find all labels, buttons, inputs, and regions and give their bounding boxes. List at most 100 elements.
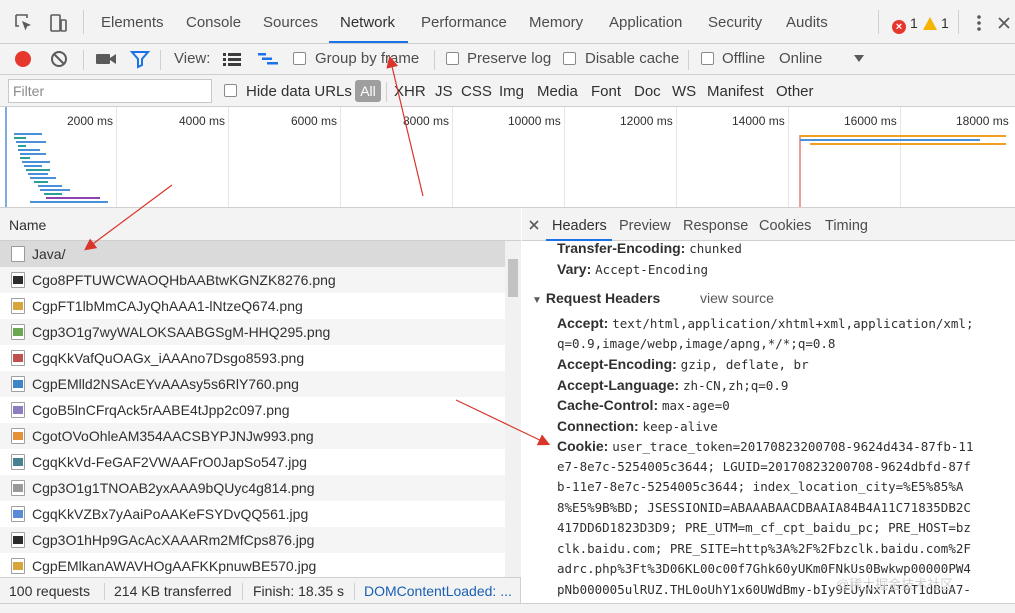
header-value-continuation: b-11e7-8e7c-5254005c3644; index_location… xyxy=(557,479,964,494)
request-row[interactable]: CgoB5lnCFrqAck5rAABE4tJpp2c097.png xyxy=(0,397,505,423)
request-header-row: Accept-Language: zh-CN,zh;q=0.9 xyxy=(557,377,788,393)
request-name: CgqKkVZBx7yAaiPoAAKeFSYDvQQ561.jpg xyxy=(32,506,309,522)
header-key: Vary: xyxy=(557,261,592,277)
divider xyxy=(104,583,105,600)
hide-data-urls-checkbox[interactable] xyxy=(224,84,237,97)
transferred-size: 214 KB transferred xyxy=(114,583,232,599)
filter-input[interactable] xyxy=(8,79,212,103)
type-filter-img[interactable]: Img xyxy=(499,83,524,100)
type-filter-manifest[interactable]: Manifest xyxy=(707,83,764,100)
details-tab-headers[interactable]: Headers xyxy=(552,218,607,234)
header-key: Accept: xyxy=(557,315,609,331)
record-button-icon[interactable] xyxy=(13,49,33,69)
request-list-scrollbar[interactable] xyxy=(505,241,521,577)
request-name: Cgp3O1g7wyWALOKSAABGSgM-HHQ295.png xyxy=(32,324,331,340)
tab-network[interactable]: Network xyxy=(340,14,395,31)
request-row[interactable]: CgotOVoOhleAM354AACSBYPJNJw993.png xyxy=(0,423,505,449)
request-row[interactable]: CgpEMlld2NSAcEYvAAAsy5s6RlY760.png xyxy=(0,371,505,397)
request-name: Cgp3O1g1TNOAB2yxAAA9bQUyc4g814.png xyxy=(32,480,315,496)
type-filter-doc[interactable]: Doc xyxy=(634,83,661,100)
image-file-icon xyxy=(11,324,25,340)
throttling-select[interactable]: Online xyxy=(779,50,822,67)
request-row[interactable]: CgpFT1lbMmCAJyQhAAA1-lNtzeQ674.png xyxy=(0,293,505,319)
name-column-header[interactable]: Name xyxy=(0,208,521,241)
view-label: View: xyxy=(174,50,211,67)
details-tab-response[interactable]: Response xyxy=(683,218,748,234)
offline-label: Offline xyxy=(722,50,766,67)
header-value-continuation: e7-8e7c-5254005c3644; LGUID=201708232007… xyxy=(557,458,971,474)
clear-icon[interactable] xyxy=(49,49,69,69)
filter-bar: Hide data URLs All XHR JS CSS Img Media … xyxy=(0,75,1015,107)
type-filter-font[interactable]: Font xyxy=(591,83,621,100)
request-headers-section[interactable]: ▼ Request Headers xyxy=(532,290,660,306)
type-filter-all[interactable]: All xyxy=(355,80,381,102)
divider xyxy=(958,10,959,34)
tab-console[interactable]: Console xyxy=(186,14,241,31)
request-header-row: Accept-Encoding: gzip, deflate, br xyxy=(557,356,809,372)
details-tab-cookies[interactable]: Cookies xyxy=(759,218,811,234)
tab-audits[interactable]: Audits xyxy=(786,14,828,31)
divider xyxy=(878,10,879,34)
filter-funnel-icon[interactable] xyxy=(130,49,150,69)
type-filter-ws[interactable]: WS xyxy=(672,83,696,100)
response-header-row: Transfer-Encoding: chunked xyxy=(557,240,742,256)
error-count-badge[interactable]: × 1 xyxy=(892,15,918,34)
request-row[interactable]: Cgp3O1hHp9GAcAcXAAARm2MfCps876.jpg xyxy=(0,527,505,553)
request-row[interactable]: Cgp3O1g1TNOAB2yxAAA9bQUyc4g814.png xyxy=(0,475,505,501)
tab-sources[interactable]: Sources xyxy=(263,14,318,31)
header-value: Accept-Encoding xyxy=(595,262,709,277)
offline-checkbox[interactable] xyxy=(701,52,714,65)
divider xyxy=(160,50,161,70)
preserve-log-checkbox[interactable] xyxy=(446,52,459,65)
request-row[interactable]: CgqKkVd-FeGAF2VWAAFrO0JapSo547.jpg xyxy=(0,449,505,475)
network-overview-timeline[interactable]: 2000 ms 4000 ms 6000 ms 8000 ms 10000 ms… xyxy=(0,107,1015,208)
preserve-log-label: Preserve log xyxy=(467,50,552,67)
type-filter-xhr[interactable]: XHR xyxy=(394,83,426,100)
waterfall-overview-icon[interactable] xyxy=(257,51,279,67)
request-row[interactable]: Cgp3O1g7wyWALOKSAABGSgM-HHQ295.png xyxy=(0,319,505,345)
screenshot-camera-icon[interactable] xyxy=(95,50,117,68)
type-filter-other[interactable]: Other xyxy=(776,83,814,100)
header-value-continuation: 8%E5%9B%BD; JSESSIONID=ABAAABAACDBAAIA84… xyxy=(557,499,971,515)
device-toolbar-icon[interactable] xyxy=(47,12,69,34)
header-value: text/html,application/xhtml+xml,applicat… xyxy=(612,316,974,331)
request-row[interactable]: CgpEMlkanAWAVHOgAAFKKpnuwBE570.jpg xyxy=(0,553,505,579)
close-devtools-icon[interactable] xyxy=(993,12,1015,34)
tab-elements[interactable]: Elements xyxy=(101,14,164,31)
more-options-icon[interactable] xyxy=(968,12,990,34)
type-filter-media[interactable]: Media xyxy=(537,83,578,100)
inspect-element-icon[interactable] xyxy=(13,12,35,34)
details-tab-preview[interactable]: Preview xyxy=(619,218,671,234)
request-name: Java/ xyxy=(32,246,66,262)
tab-performance[interactable]: Performance xyxy=(421,14,507,31)
large-rows-icon[interactable] xyxy=(222,51,242,67)
devtools-tab-bar: Elements Console Sources Network Perform… xyxy=(0,0,1015,44)
close-details-icon[interactable] xyxy=(528,219,540,231)
divider xyxy=(688,50,689,70)
details-tab-timing[interactable]: Timing xyxy=(825,218,868,234)
view-source-link[interactable]: view source xyxy=(700,290,774,306)
image-file-icon xyxy=(11,350,25,366)
warning-count-badge[interactable]: 1 xyxy=(923,15,949,31)
tab-memory[interactable]: Memory xyxy=(529,14,583,31)
type-filter-js[interactable]: JS xyxy=(435,83,453,100)
request-row[interactable]: CgqKkVZBx7yAaiPoAAKeFSYDvQQ561.jpg xyxy=(0,501,505,527)
header-key: Accept-Language: xyxy=(557,376,680,393)
group-by-frame-checkbox[interactable] xyxy=(293,52,306,65)
divider xyxy=(242,583,243,600)
header-value-continuation: clk.baidu.com; PRE_SITE=http%3A%2F%2Fbzc… xyxy=(557,540,971,556)
request-count: 100 requests xyxy=(9,583,90,599)
scrollbar-thumb[interactable] xyxy=(508,259,518,297)
header-value: zh-CN,zh;q=0.9 xyxy=(683,377,789,393)
image-file-icon xyxy=(11,402,25,418)
request-name: Cgo8PFTUWCWAOQHbAABtwKGNZK8276.png xyxy=(32,272,336,288)
tab-application[interactable]: Application xyxy=(609,14,682,31)
request-row[interactable]: CgqKkVafQuOAGx_iAAAno7Dsgo8593.png xyxy=(0,345,505,371)
disable-cache-checkbox[interactable] xyxy=(563,52,576,65)
image-file-icon xyxy=(11,558,25,574)
type-filter-css[interactable]: CSS xyxy=(461,83,492,100)
dropdown-arrow-icon[interactable] xyxy=(853,54,865,64)
request-row[interactable]: Java/ xyxy=(0,241,505,267)
tab-security[interactable]: Security xyxy=(708,14,762,31)
request-row[interactable]: Cgo8PFTUWCWAOQHbAABtwKGNZK8276.png xyxy=(0,267,505,293)
